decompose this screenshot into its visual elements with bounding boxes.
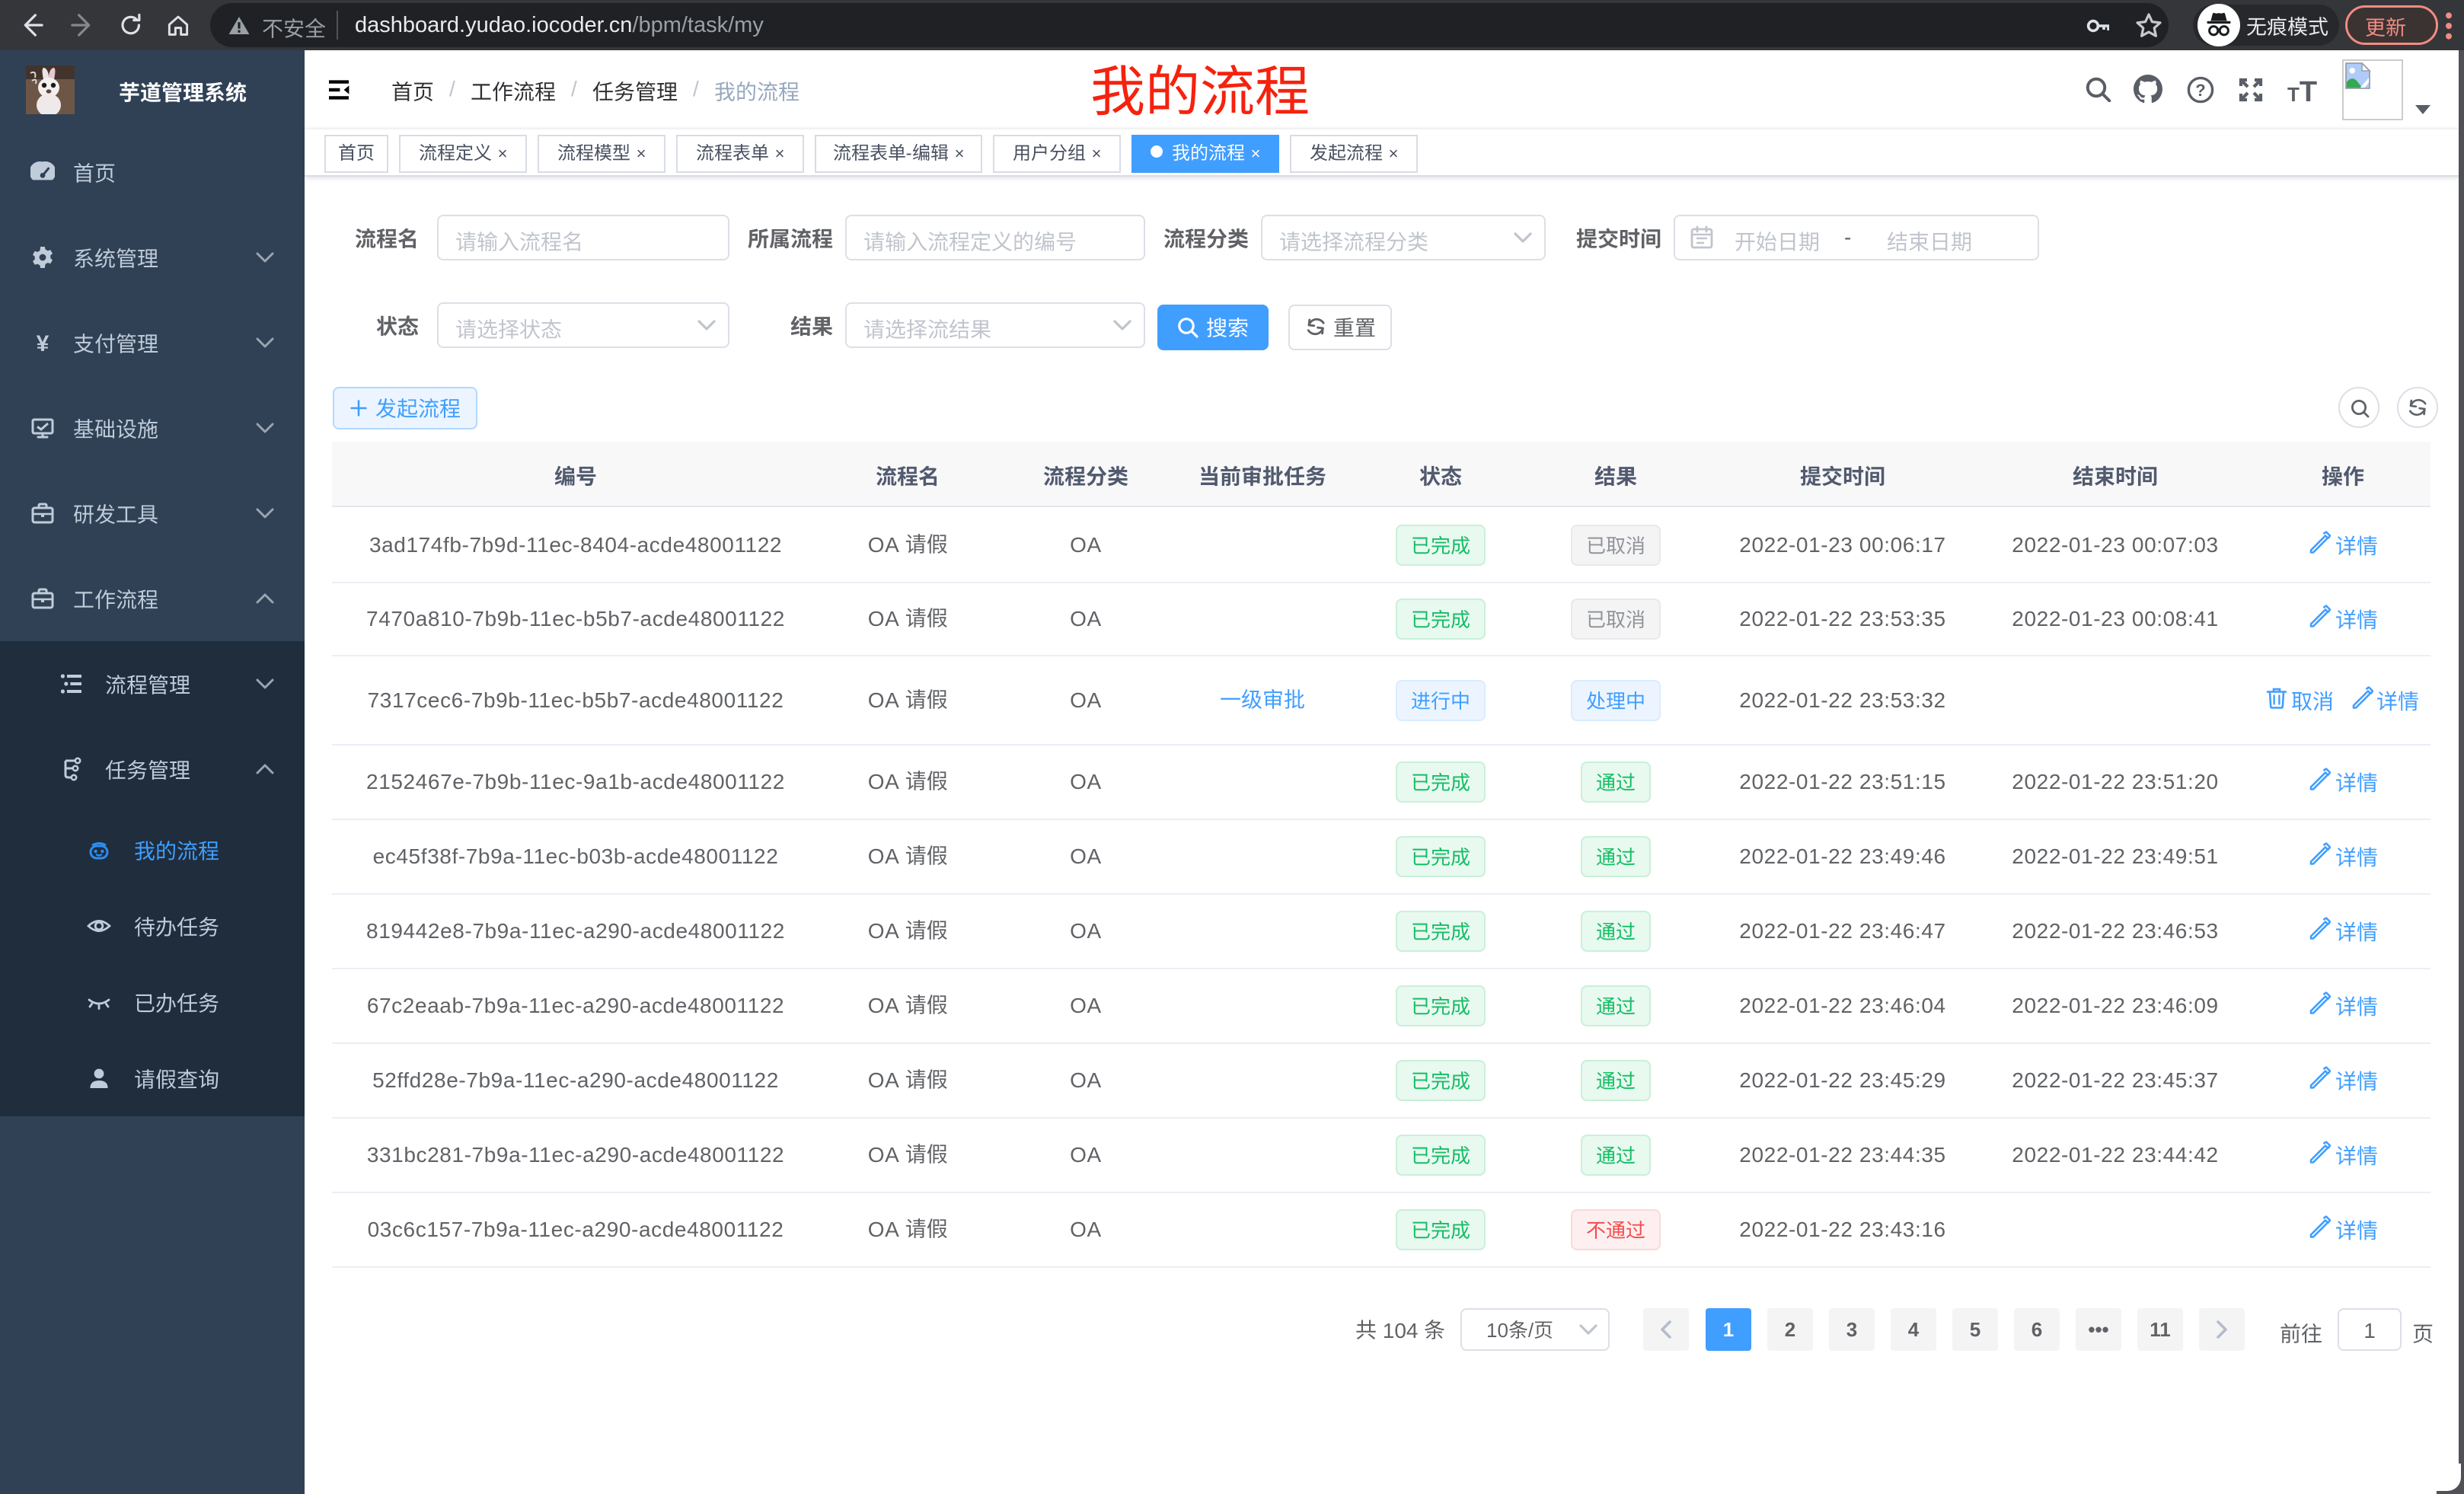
- svg-text:¥: ¥: [37, 331, 49, 355]
- svg-text:?: ?: [2195, 81, 2205, 100]
